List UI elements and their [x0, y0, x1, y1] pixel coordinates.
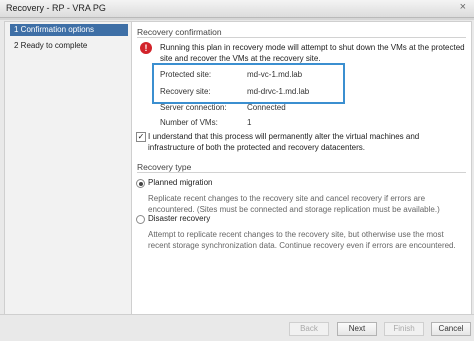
window-title: Recovery - RP - VRA PG: [6, 3, 106, 13]
next-button[interactable]: Next: [337, 322, 377, 336]
server-connection-label: Server connection:: [160, 103, 227, 112]
acknowledge-label: I understand that this process will perm…: [148, 132, 420, 152]
sidebar-step-confirmation-options[interactable]: 1 Confirmation options: [10, 24, 128, 36]
wizard-sidebar: [4, 21, 131, 315]
disaster-recovery-label: Disaster recovery: [148, 214, 211, 223]
protected-site-value: md-vc-1.md.lab: [247, 70, 303, 79]
recovery-site-label: Recovery site:: [160, 87, 211, 96]
number-of-vms-label: Number of VMs:: [160, 118, 218, 127]
sidebar-step-ready-to-complete[interactable]: 2 Ready to complete: [14, 40, 136, 52]
close-icon[interactable]: ×: [460, 1, 466, 13]
recovery-confirmation-heading: Recovery confirmation: [137, 27, 222, 37]
section-divider: [137, 172, 466, 173]
number-of-vms-value: 1: [247, 118, 252, 127]
title-separator: [0, 18, 474, 20]
cancel-button[interactable]: Cancel: [431, 322, 471, 336]
recovery-site-value: md-drvc-1.md.lab: [247, 87, 310, 96]
server-connection-value: Connected: [247, 103, 286, 112]
disaster-recovery-radio[interactable]: [136, 215, 145, 224]
warning-message: Running this plan in recovery mode will …: [160, 43, 465, 63]
section-divider: [137, 37, 466, 38]
acknowledge-checkbox[interactable]: ✓: [136, 132, 146, 142]
recovery-type-heading: Recovery type: [137, 162, 192, 172]
error-icon: !: [140, 42, 152, 54]
window-titlebar: Recovery - RP - VRA PG ×: [0, 0, 474, 18]
finish-button[interactable]: Finish: [384, 322, 424, 336]
planned-migration-description: Replicate recent changes to the recovery…: [148, 194, 440, 214]
back-button[interactable]: Back: [289, 322, 329, 336]
planned-migration-radio[interactable]: [136, 179, 145, 188]
protected-site-label: Protected site:: [160, 70, 212, 79]
planned-migration-label: Planned migration: [148, 178, 213, 187]
disaster-recovery-description: Attempt to replicate recent changes to t…: [148, 230, 456, 250]
